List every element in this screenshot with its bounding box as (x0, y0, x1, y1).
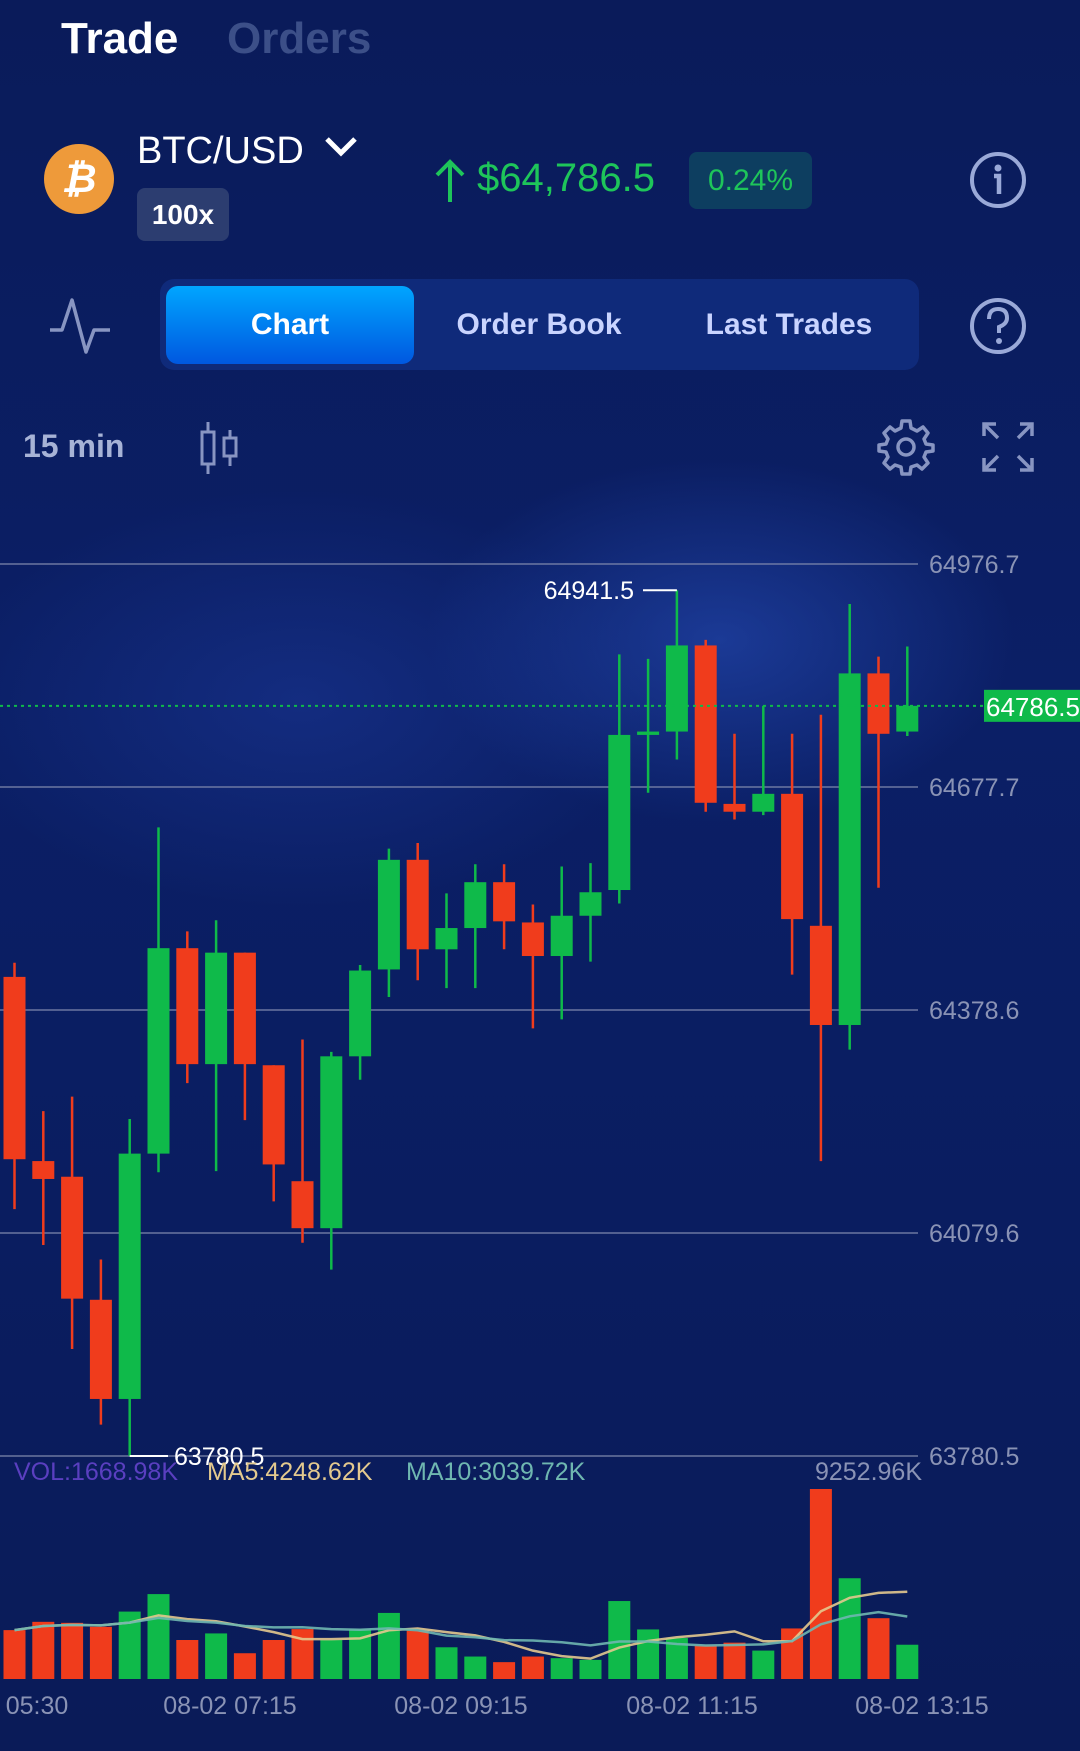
candle-up (377, 859, 400, 970)
tab-orders[interactable]: Orders (227, 14, 371, 64)
volume-bar (176, 1640, 199, 1679)
volume-bar (493, 1662, 516, 1679)
candle-up (608, 734, 631, 891)
candle-up (579, 892, 602, 916)
price-chart[interactable]: 64976.7 64677.7 64378.6 64079.6 63780.5 64786… (0, 520, 1080, 1751)
tab-order-book[interactable]: Order Book (414, 286, 664, 364)
pulse-icon[interactable] (48, 296, 114, 356)
volume-bar (838, 1578, 861, 1679)
x-tick-label: 08-02 13:15 (855, 1692, 988, 1720)
bitcoin-icon: ₿ (44, 144, 114, 214)
candle-up (752, 793, 775, 812)
candle-up (147, 948, 170, 1154)
candle-up (464, 882, 487, 929)
candle-down (694, 645, 717, 803)
volume-bar (320, 1640, 343, 1679)
candle-down (521, 922, 544, 957)
volume-bar (89, 1626, 112, 1679)
candle-down (233, 952, 256, 1065)
volume-bar (809, 1489, 832, 1679)
candle-down (61, 1176, 84, 1299)
candle-down (3, 976, 26, 1160)
candle-down (291, 1181, 314, 1229)
volume-bar (723, 1642, 746, 1679)
pair-label: BTC/USD (137, 130, 304, 172)
volume-bar (147, 1594, 170, 1679)
volume-bar (752, 1650, 775, 1679)
candle-up (118, 1153, 141, 1399)
candle-down (32, 1161, 55, 1179)
candle-up (637, 731, 660, 735)
candlestick-type-icon[interactable] (198, 420, 242, 476)
candle-up (205, 952, 228, 1065)
candle-up (896, 705, 919, 732)
fullscreen-icon[interactable] (980, 420, 1036, 474)
candle-down (89, 1299, 112, 1399)
candle-down (493, 882, 516, 922)
high-label: 64941.5 (544, 577, 634, 605)
candle-down (262, 1065, 285, 1165)
volume-bar (464, 1656, 487, 1679)
candle-up (349, 970, 372, 1057)
volume-bar (694, 1645, 717, 1679)
x-tick-label: 05:30 (6, 1692, 69, 1720)
y-tick-label: 64976.7 (929, 551, 1019, 579)
change-badge: 0.24% (689, 152, 812, 209)
volume-bar (435, 1647, 458, 1679)
x-tick-label: 08-02 07:15 (163, 1692, 296, 1720)
interval-selector[interactable]: 15 min (23, 428, 124, 465)
last-price: $64,786.5 (477, 156, 655, 200)
x-tick-label: 08-02 11:15 (626, 1692, 758, 1720)
candle-up (838, 673, 861, 1025)
help-icon[interactable] (968, 296, 1028, 356)
tab-last-trades[interactable]: Last Trades (664, 286, 914, 364)
volume-bar (377, 1612, 400, 1679)
volume-bar (579, 1659, 602, 1679)
candle-down (723, 803, 746, 812)
pair-selector[interactable]: BTC/USD (137, 130, 358, 173)
gear-icon[interactable] (876, 417, 936, 477)
volume-bar (896, 1644, 919, 1679)
volume-bar (32, 1621, 55, 1679)
view-tabs: Chart Order Book Last Trades (160, 279, 919, 370)
vol-max-label: 9252.96K (815, 1458, 922, 1486)
leverage-badge[interactable]: 100x (137, 188, 229, 241)
candle-down (867, 673, 890, 734)
chevron-down-icon (325, 137, 358, 157)
current-price-label: 64786.5 (986, 692, 1080, 722)
volume-bar (521, 1656, 544, 1679)
volume-bar (233, 1653, 256, 1679)
candle-down (809, 925, 832, 1025)
tab-trade[interactable]: Trade (61, 14, 178, 64)
y-tick-label: 64079.6 (929, 1220, 1019, 1248)
volume-bar (550, 1658, 573, 1679)
arrow-up-icon (435, 159, 465, 202)
candle-up (320, 1056, 343, 1229)
volume-bar (3, 1630, 26, 1679)
volume-bar (867, 1618, 890, 1679)
candle-down (781, 793, 804, 920)
ma10-legend: MA10:3039.72K (406, 1458, 586, 1486)
vol-legend: VOL:1668.98K (14, 1458, 178, 1486)
y-tick-label: 64677.7 (929, 774, 1019, 802)
volume-bar (406, 1630, 429, 1679)
candle-down (176, 948, 199, 1065)
y-tick-label: 64378.6 (929, 997, 1019, 1025)
x-tick-label: 08-02 09:15 (394, 1692, 527, 1720)
info-icon[interactable] (968, 150, 1028, 210)
candle-up (665, 645, 688, 732)
volume-bar (637, 1629, 660, 1679)
volume-bar (61, 1622, 84, 1679)
volume-bar (608, 1601, 631, 1679)
tab-chart[interactable]: Chart (166, 286, 414, 364)
y-tick-label: 63780.5 (929, 1443, 1019, 1471)
candle-down (406, 859, 429, 950)
candle-up (435, 928, 458, 950)
volume-bar (262, 1640, 285, 1679)
ma5-legend: MA5:4248.62K (207, 1458, 373, 1486)
volume-bar (205, 1633, 228, 1679)
candle-up (550, 915, 573, 957)
